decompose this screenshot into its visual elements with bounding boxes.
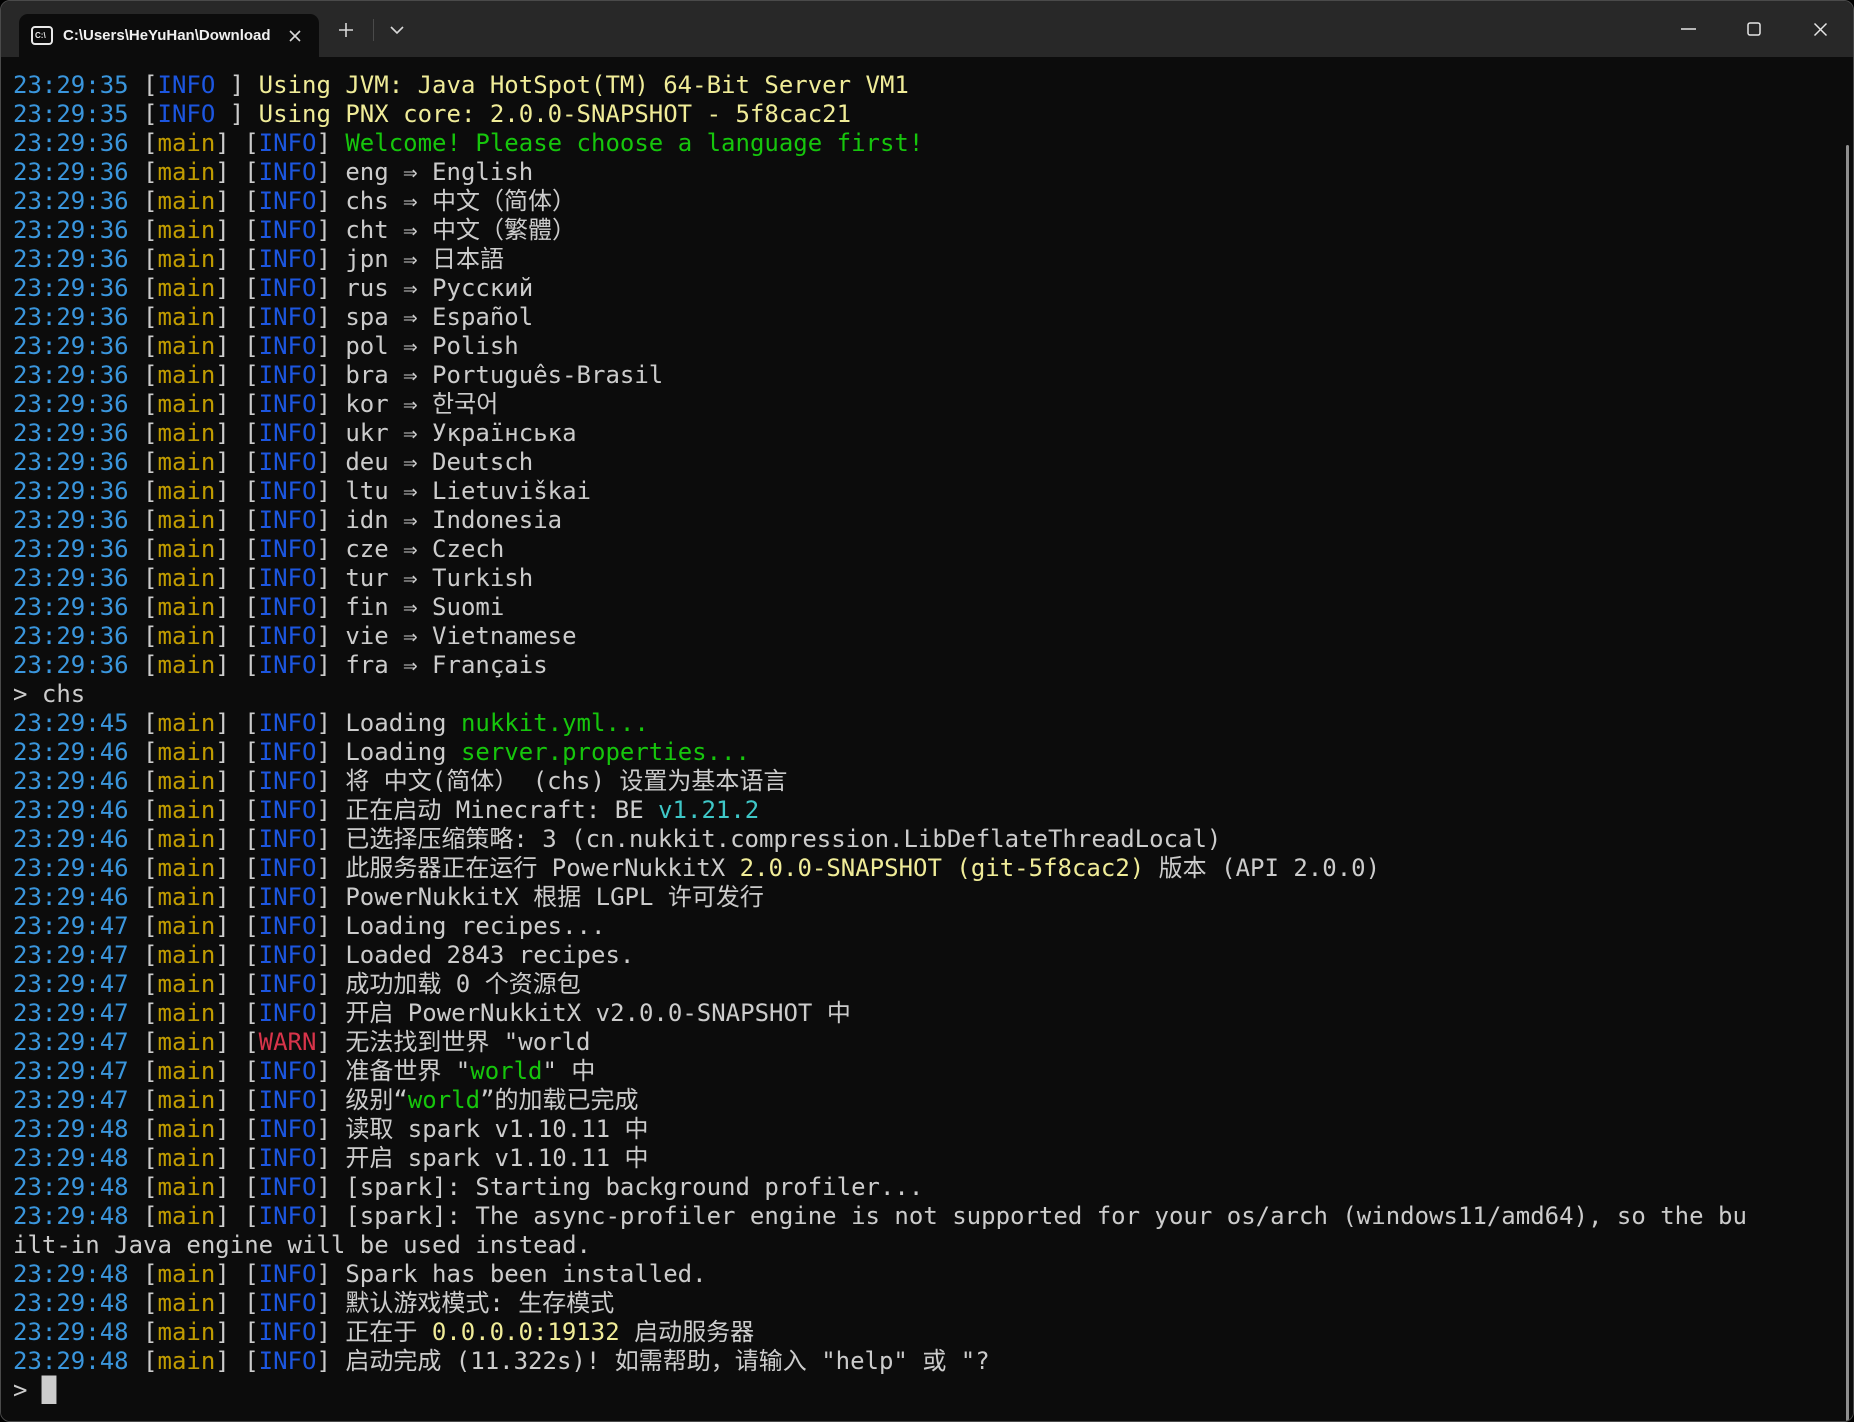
titlebar[interactable]: C:\ C:\Users\HeYuHan\Download xyxy=(1,1,1853,57)
minimize-icon xyxy=(1681,28,1696,30)
terminal-line: 23:29:48 [main] [INFO] 默认游戏模式: 生存模式 xyxy=(13,1289,1843,1318)
terminal-line: 23:29:36 [main] [INFO] fra ⇒ Français xyxy=(13,651,1843,680)
terminal-line: 23:29:48 [main] [INFO] 读取 spark v1.10.11… xyxy=(13,1115,1843,1144)
terminal-line: 23:29:48 [main] [INFO] 启动完成 (11.322s)! 如… xyxy=(13,1347,1843,1376)
terminal-line: 23:29:46 [main] [INFO] 已选择压缩策略: 3 (cn.nu… xyxy=(13,825,1843,854)
terminal-line: 23:29:46 [main] [INFO] PowerNukkitX 根据 L… xyxy=(13,883,1843,912)
chevron-down-icon xyxy=(390,26,404,35)
caption-buttons xyxy=(1655,1,1853,57)
terminal-screen[interactable]: 23:29:35 [INFO ] Using JVM: Java HotSpot… xyxy=(1,57,1853,1422)
terminal-output: 23:29:35 [INFO ] Using JVM: Java HotSpot… xyxy=(13,71,1843,1405)
terminal-line: 23:29:45 [main] [INFO] Loading nukkit.ym… xyxy=(13,709,1843,738)
terminal-line: 23:29:47 [main] [WARN] 无法找到世界 "world xyxy=(13,1028,1843,1057)
terminal-line: 23:29:47 [main] [INFO] 开启 PowerNukkitX v… xyxy=(13,999,1843,1028)
terminal-line: 23:29:47 [main] [INFO] Loading recipes..… xyxy=(13,912,1843,941)
tab-active[interactable]: C:\ C:\Users\HeYuHan\Download xyxy=(19,14,319,57)
new-tab-button[interactable] xyxy=(329,13,363,47)
terminal-line: 23:29:46 [main] [INFO] 正在启动 Minecraft: B… xyxy=(13,796,1843,825)
terminal-line: 23:29:36 [main] [INFO] fin ⇒ Suomi xyxy=(13,593,1843,622)
terminal-line: 23:29:36 [main] [INFO] ltu ⇒ Lietuviškai xyxy=(13,477,1843,506)
terminal-line: 23:29:47 [main] [INFO] 准备世界 "world" 中 xyxy=(13,1057,1843,1086)
terminal-line: > █ xyxy=(13,1376,1843,1405)
cmd-icon: C:\ xyxy=(31,26,53,45)
minimize-button[interactable] xyxy=(1655,1,1721,57)
terminal-line: 23:29:46 [main] [INFO] Loading server.pr… xyxy=(13,738,1843,767)
terminal-line: 23:29:48 [main] [INFO] [spark]: The asyn… xyxy=(13,1202,1843,1231)
terminal-line: 23:29:36 [main] [INFO] deu ⇒ Deutsch xyxy=(13,448,1843,477)
close-icon xyxy=(288,29,302,43)
terminal-line: 23:29:46 [main] [INFO] 将 中文(简体） (chs) 设置… xyxy=(13,767,1843,796)
close-icon xyxy=(1813,22,1828,37)
terminal-line: 23:29:35 [INFO ] Using PNX core: 2.0.0-S… xyxy=(13,100,1843,129)
terminal-line: 23:29:46 [main] [INFO] 此服务器正在运行 PowerNuk… xyxy=(13,854,1843,883)
maximize-button[interactable] xyxy=(1721,1,1787,57)
terminal-line: 23:29:36 [main] [INFO] Welcome! Please c… xyxy=(13,129,1843,158)
maximize-icon xyxy=(1747,22,1761,36)
terminal-line: 23:29:36 [main] [INFO] spa ⇒ Español xyxy=(13,303,1843,332)
terminal-line: 23:29:36 [main] [INFO] jpn ⇒ 日本語 xyxy=(13,245,1843,274)
terminal-line: 23:29:36 [main] [INFO] cze ⇒ Czech xyxy=(13,535,1843,564)
terminal-line: 23:29:36 [main] [INFO] cht ⇒ 中文（繁體） xyxy=(13,216,1843,245)
plus-icon xyxy=(338,22,354,38)
scrollbar[interactable] xyxy=(1846,145,1849,1422)
close-button[interactable] xyxy=(1787,1,1853,57)
terminal-line: 23:29:36 [main] [INFO] pol ⇒ Polish xyxy=(13,332,1843,361)
terminal-line: 23:29:36 [main] [INFO] vie ⇒ Vietnamese xyxy=(13,622,1843,651)
terminal-line: 23:29:36 [main] [INFO] eng ⇒ English xyxy=(13,158,1843,187)
tab-title: C:\Users\HeYuHan\Download xyxy=(63,27,281,44)
terminal-line: ilt-in Java engine will be used instead. xyxy=(13,1231,1843,1260)
terminal-line: 23:29:36 [main] [INFO] tur ⇒ Turkish xyxy=(13,564,1843,593)
tabbar-divider xyxy=(373,19,374,41)
tab-dropdown-button[interactable] xyxy=(380,13,414,47)
terminal-line: 23:29:48 [main] [INFO] [spark]: Starting… xyxy=(13,1173,1843,1202)
terminal-line: 23:29:48 [main] [INFO] 正在于 0.0.0.0:19132… xyxy=(13,1318,1843,1347)
terminal-line: 23:29:47 [main] [INFO] 成功加载 0 个资源包 xyxy=(13,970,1843,999)
terminal-window: C:\ C:\Users\HeYuHan\Download xyxy=(0,0,1854,1422)
terminal-line: 23:29:36 [main] [INFO] ukr ⇒ Українська xyxy=(13,419,1843,448)
terminal-line: 23:29:36 [main] [INFO] rus ⇒ Русский xyxy=(13,274,1843,303)
terminal-line: 23:29:36 [main] [INFO] chs ⇒ 中文（简体） xyxy=(13,187,1843,216)
terminal-line: 23:29:48 [main] [INFO] Spark has been in… xyxy=(13,1260,1843,1289)
terminal-line: 23:29:36 [main] [INFO] kor ⇒ 한국어 xyxy=(13,390,1843,419)
terminal-line: 23:29:47 [main] [INFO] 级别“world”的加载已完成 xyxy=(13,1086,1843,1115)
terminal-line: 23:29:36 [main] [INFO] idn ⇒ Indonesia xyxy=(13,506,1843,535)
terminal-line: 23:29:36 [main] [INFO] bra ⇒ Português-B… xyxy=(13,361,1843,390)
tab-close-button[interactable] xyxy=(281,22,309,50)
terminal-line: 23:29:35 [INFO ] Using JVM: Java HotSpot… xyxy=(13,71,1843,100)
terminal-line: 23:29:47 [main] [INFO] Loaded 2843 recip… xyxy=(13,941,1843,970)
terminal-line: 23:29:48 [main] [INFO] 开启 spark v1.10.11… xyxy=(13,1144,1843,1173)
terminal-line: > chs xyxy=(13,680,1843,709)
